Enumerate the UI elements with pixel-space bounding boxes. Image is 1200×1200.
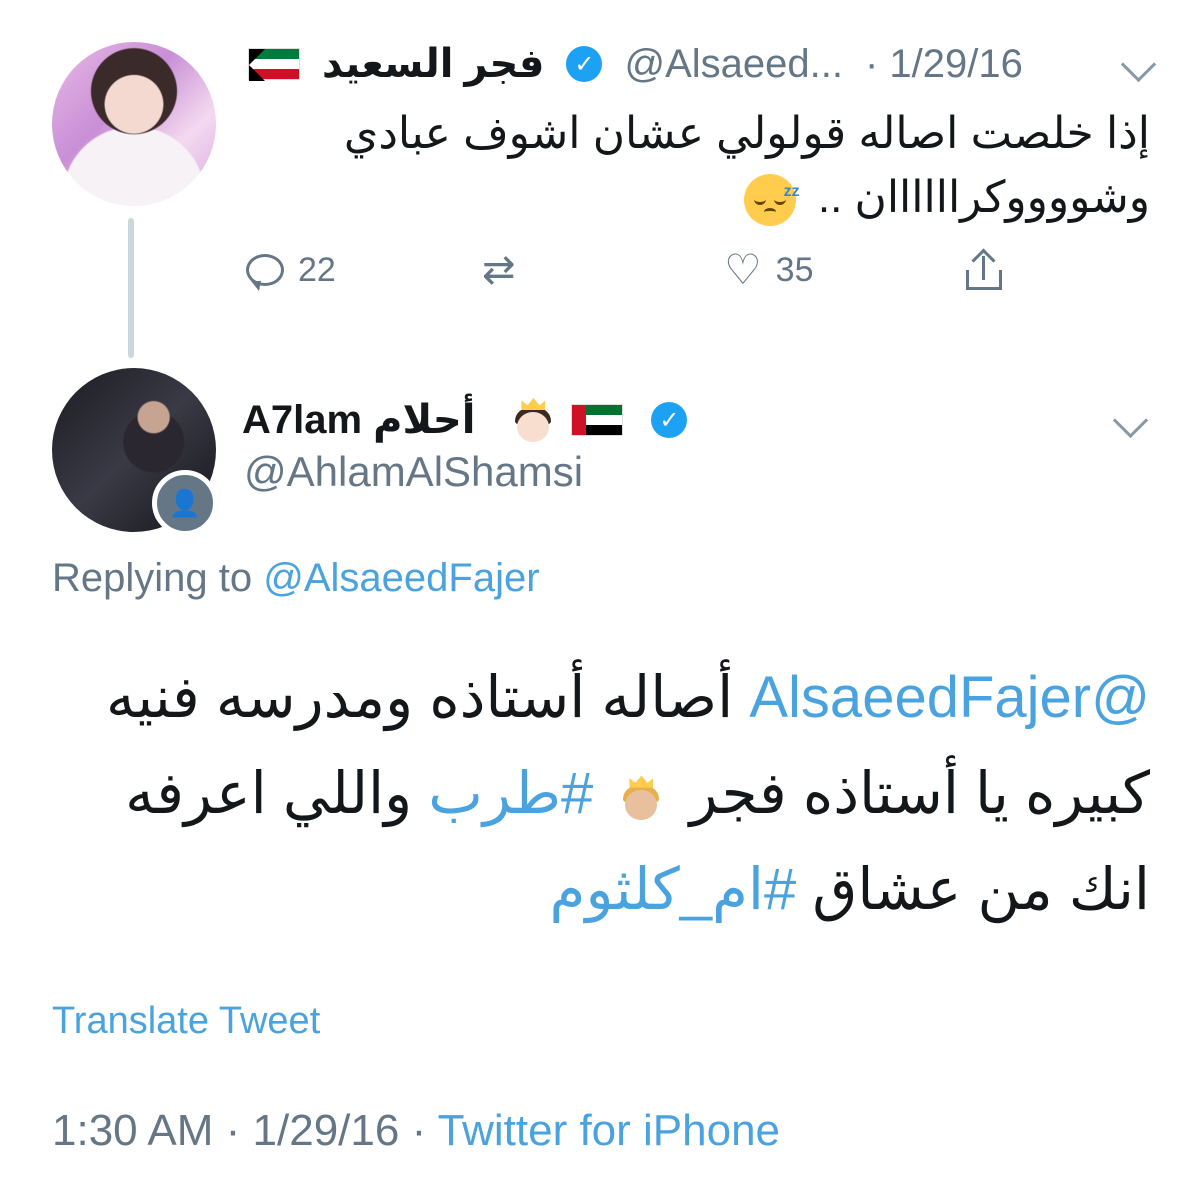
tweet-meta: 1:30 AM · 1/29/16 · Twitter for iPhone [52, 1106, 780, 1156]
tweet1-text-line1: إذا خلصت اصاله قولولي عشان اشوف عبادي [343, 109, 1150, 158]
replying-handle-link[interactable]: @AlsaeedFajer [263, 556, 539, 600]
chevron-down-icon[interactable] [1112, 402, 1149, 439]
retweet-action[interactable]: ⇄ [482, 242, 516, 298]
reply-count: 22 [298, 250, 336, 289]
princess-emoji [619, 775, 663, 820]
share-icon [966, 248, 1002, 290]
tweet2-handle[interactable]: @AhlamAlShamsi [244, 448, 583, 496]
like-icon: ♡ [724, 246, 762, 293]
uae-flag-icon [571, 404, 624, 436]
tweet2-line3: انك من عشاق #ام_كلثوم [60, 842, 1150, 938]
tweet2-text-a: أصاله أستاذه ومدرسه فنيه [105, 665, 734, 730]
tweet2-text-d: انك من عشاق [812, 857, 1150, 922]
tweet1-author-name[interactable]: فجر السعيد [322, 41, 544, 87]
verified-icon: ✓ [651, 402, 688, 438]
replying-to: Replying to @AlsaeedFajer [52, 556, 540, 601]
tweet1-text-line2-wrap: وشووووكراااااان .. zz [280, 166, 1150, 230]
chevron-down-icon[interactable] [1120, 46, 1157, 82]
princess-emoji [511, 398, 555, 442]
tweet2-line2: كبيره يا أستاذه فجر #طرب واللي اعرفه [60, 746, 1150, 842]
sleeping-face-emoji: zz [743, 174, 800, 227]
like-count: 35 [775, 250, 814, 289]
tweet2-text-b: كبيره يا أستاذه فجر [689, 761, 1150, 826]
tweet1-text-line2: وشووووكراااااان .. [817, 173, 1150, 222]
tweet2-text: @AlsaeedFajer أصاله أستاذه ومدرسه فنيه ك… [60, 650, 1150, 938]
mention-link[interactable]: @AlsaeedFajer [749, 665, 1150, 730]
tweet1-date[interactable]: · 1/29/16 [865, 42, 1023, 87]
tweet2-line1: @AlsaeedFajer أصاله أستاذه ومدرسه فنيه [60, 650, 1150, 746]
kuwait-flag-icon [248, 48, 300, 81]
like-action[interactable]: ♡ 35 [724, 242, 813, 298]
thread-line [128, 218, 134, 358]
tweet1-text: إذا خلصت اصاله قولولي عشان اشوف عبادي وش… [280, 102, 1150, 230]
reply-icon [246, 254, 284, 291]
hashtag-tarab-link[interactable]: #طرب [428, 761, 593, 826]
tweet1-handle[interactable]: @Alsaeed... [624, 42, 843, 87]
translate-tweet-link[interactable]: Translate Tweet [52, 1000, 320, 1043]
tweet2-author-name[interactable]: A7lam أحلام [242, 397, 475, 443]
share-action[interactable] [966, 242, 1002, 298]
verified-icon: ✓ [566, 46, 603, 82]
tweet2-text-c: واللي اعرفه [125, 761, 413, 826]
tweet1-header: فجر السعيد ✓ @Alsaeed... · 1/29/16 [240, 32, 1160, 96]
tweet-source-link[interactable]: Twitter for iPhone [438, 1106, 780, 1155]
reply-action[interactable]: 22 [246, 242, 336, 298]
replying-label: Replying to [52, 556, 253, 600]
retweet-icon: ⇄ [482, 248, 516, 292]
tweet2-name-row: A7lam أحلام ✓ [242, 392, 688, 448]
follow-badge-icon: 👤 [152, 470, 218, 536]
avatar-fajer[interactable] [52, 42, 216, 206]
hashtag-umm-kulthum-link[interactable]: #ام_كلثوم [550, 857, 797, 922]
tweet-timestamp[interactable]: 1:30 AM · 1/29/16 · [52, 1106, 426, 1155]
